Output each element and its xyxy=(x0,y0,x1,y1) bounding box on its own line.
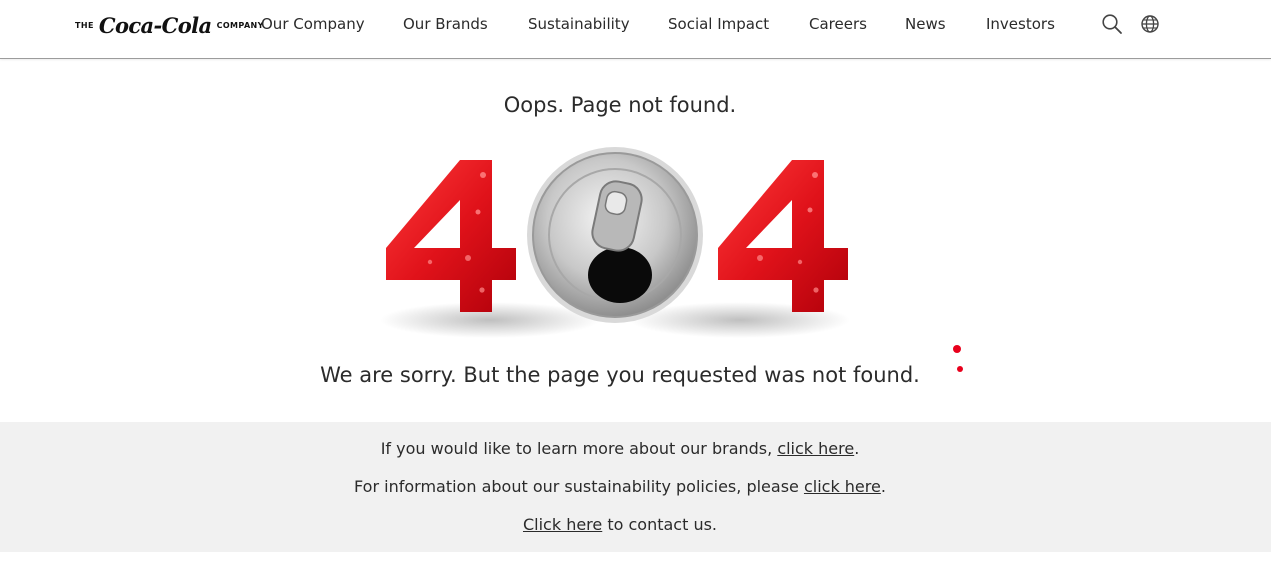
brands-click-here-link[interactable]: click here xyxy=(777,439,854,458)
digit-four-right-icon xyxy=(718,160,848,312)
nav-careers[interactable]: Careers xyxy=(809,15,867,33)
brands-link-line: If you would like to learn more about ou… xyxy=(380,439,860,458)
nav-our-company[interactable]: Our Company xyxy=(261,15,365,33)
logo-suffix: COMPANY xyxy=(216,20,264,30)
nav-news[interactable]: News xyxy=(905,15,946,33)
contact-link-line: Click here to contact us. xyxy=(522,515,718,534)
helpful-links-section: If you would like to learn more about ou… xyxy=(0,422,1271,552)
digit-four-left-icon xyxy=(386,160,516,312)
red-dot-decoration-icon xyxy=(957,366,963,372)
nav-social-impact[interactable]: Social Impact xyxy=(668,15,769,33)
sustainability-link-line: For information about our sustainability… xyxy=(354,477,886,496)
error-404-illustration xyxy=(380,147,850,338)
logo-script: Coca-Cola xyxy=(98,12,212,38)
red-dot-decoration-icon xyxy=(953,345,961,353)
globe-icon[interactable] xyxy=(1139,13,1161,35)
logo-prefix: THE xyxy=(75,20,94,30)
soda-can-top-icon xyxy=(527,147,703,323)
page-title: Oops. Page not found. xyxy=(503,93,737,117)
nav-investors[interactable]: Investors xyxy=(986,15,1055,33)
sustainability-click-here-link[interactable]: click here xyxy=(804,477,881,496)
contact-click-here-link[interactable]: Click here xyxy=(523,515,602,534)
not-found-message: We are sorry. But the page you requested… xyxy=(320,363,920,387)
coca-cola-company-logo[interactable]: THE Coca-Cola COMPANY xyxy=(75,10,264,40)
nav-sustainability[interactable]: Sustainability xyxy=(528,15,630,33)
site-header: THE Coca-Cola COMPANY Our Company Our Br… xyxy=(0,0,1271,59)
search-icon[interactable] xyxy=(1101,13,1123,35)
nav-our-brands[interactable]: Our Brands xyxy=(403,15,488,33)
